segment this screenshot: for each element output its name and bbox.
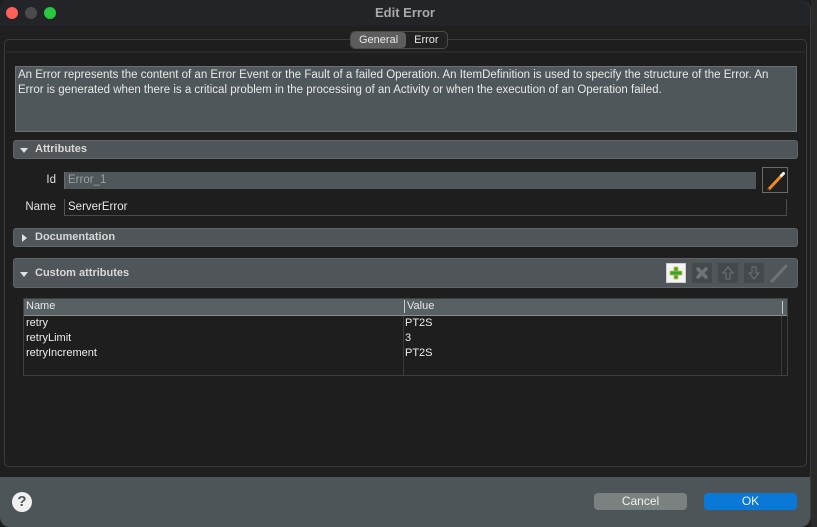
section-label: Custom attributes <box>35 267 130 279</box>
name-label: Name <box>25 201 56 213</box>
table-row[interactable]: retryIncrement PT2S <box>24 347 787 362</box>
cancel-button[interactable]: Cancel <box>594 493 687 510</box>
edit-error-dialog: Edit Error General Error An Error repres… <box>0 0 811 527</box>
cell-value: 3 <box>405 332 412 344</box>
pencil-icon <box>767 172 785 191</box>
id-label: Id <box>46 174 56 186</box>
dialog-footer: ? Cancel OK <box>0 477 810 527</box>
collapse-triangle-icon <box>20 148 28 153</box>
expand-triangle-icon <box>22 234 27 242</box>
cell-value: PT2S <box>405 347 433 359</box>
section-label: Documentation <box>35 231 116 243</box>
column-header-value[interactable]: Value <box>404 300 434 313</box>
move-down-button[interactable] <box>744 263 764 283</box>
documentation-section-header[interactable]: Documentation <box>13 228 798 247</box>
column-header-name[interactable]: Name <box>26 300 55 312</box>
delete-icon <box>696 267 708 279</box>
cell-name: retryIncrement <box>26 347 97 359</box>
id-field[interactable]: Error_1 <box>64 172 756 189</box>
desktop-background <box>811 0 817 527</box>
name-field[interactable]: ServerError <box>64 199 787 216</box>
tab-bar: General Error <box>350 31 448 49</box>
tab-error[interactable]: Error <box>406 32 446 48</box>
cell-name: retry <box>26 317 48 329</box>
edit-id-button[interactable] <box>762 167 788 193</box>
edit-icon <box>770 264 788 283</box>
window-title: Edit Error <box>375 5 435 20</box>
delete-attribute-button[interactable] <box>692 263 712 283</box>
help-icon[interactable]: ? <box>12 492 32 512</box>
table-row[interactable]: retry PT2S <box>24 317 787 332</box>
add-attribute-button[interactable] <box>666 263 686 283</box>
description-text: An Error represents the content of an Er… <box>15 66 797 132</box>
table-row[interactable]: retryLimit 3 <box>24 332 787 347</box>
section-label: Attributes <box>35 143 87 155</box>
move-up-icon <box>721 266 735 280</box>
edit-attribute-button[interactable] <box>769 263 789 283</box>
move-up-button[interactable] <box>718 263 738 283</box>
cell-name: retryLimit <box>26 332 72 344</box>
add-icon <box>669 266 683 280</box>
custom-attributes-table: Name Value retry PT2S retryLimit 3 retry… <box>23 298 788 376</box>
column-resize-handle[interactable] <box>782 301 783 314</box>
title-bar: Edit Error <box>0 0 810 26</box>
ok-button[interactable]: OK <box>704 493 797 510</box>
move-down-icon <box>747 266 761 280</box>
collapse-triangle-icon <box>20 272 28 277</box>
attributes-section-header[interactable]: Attributes <box>13 140 798 159</box>
cell-value: PT2S <box>405 317 433 329</box>
tab-general[interactable]: General <box>351 32 407 48</box>
table-header: Name Value <box>24 299 787 316</box>
